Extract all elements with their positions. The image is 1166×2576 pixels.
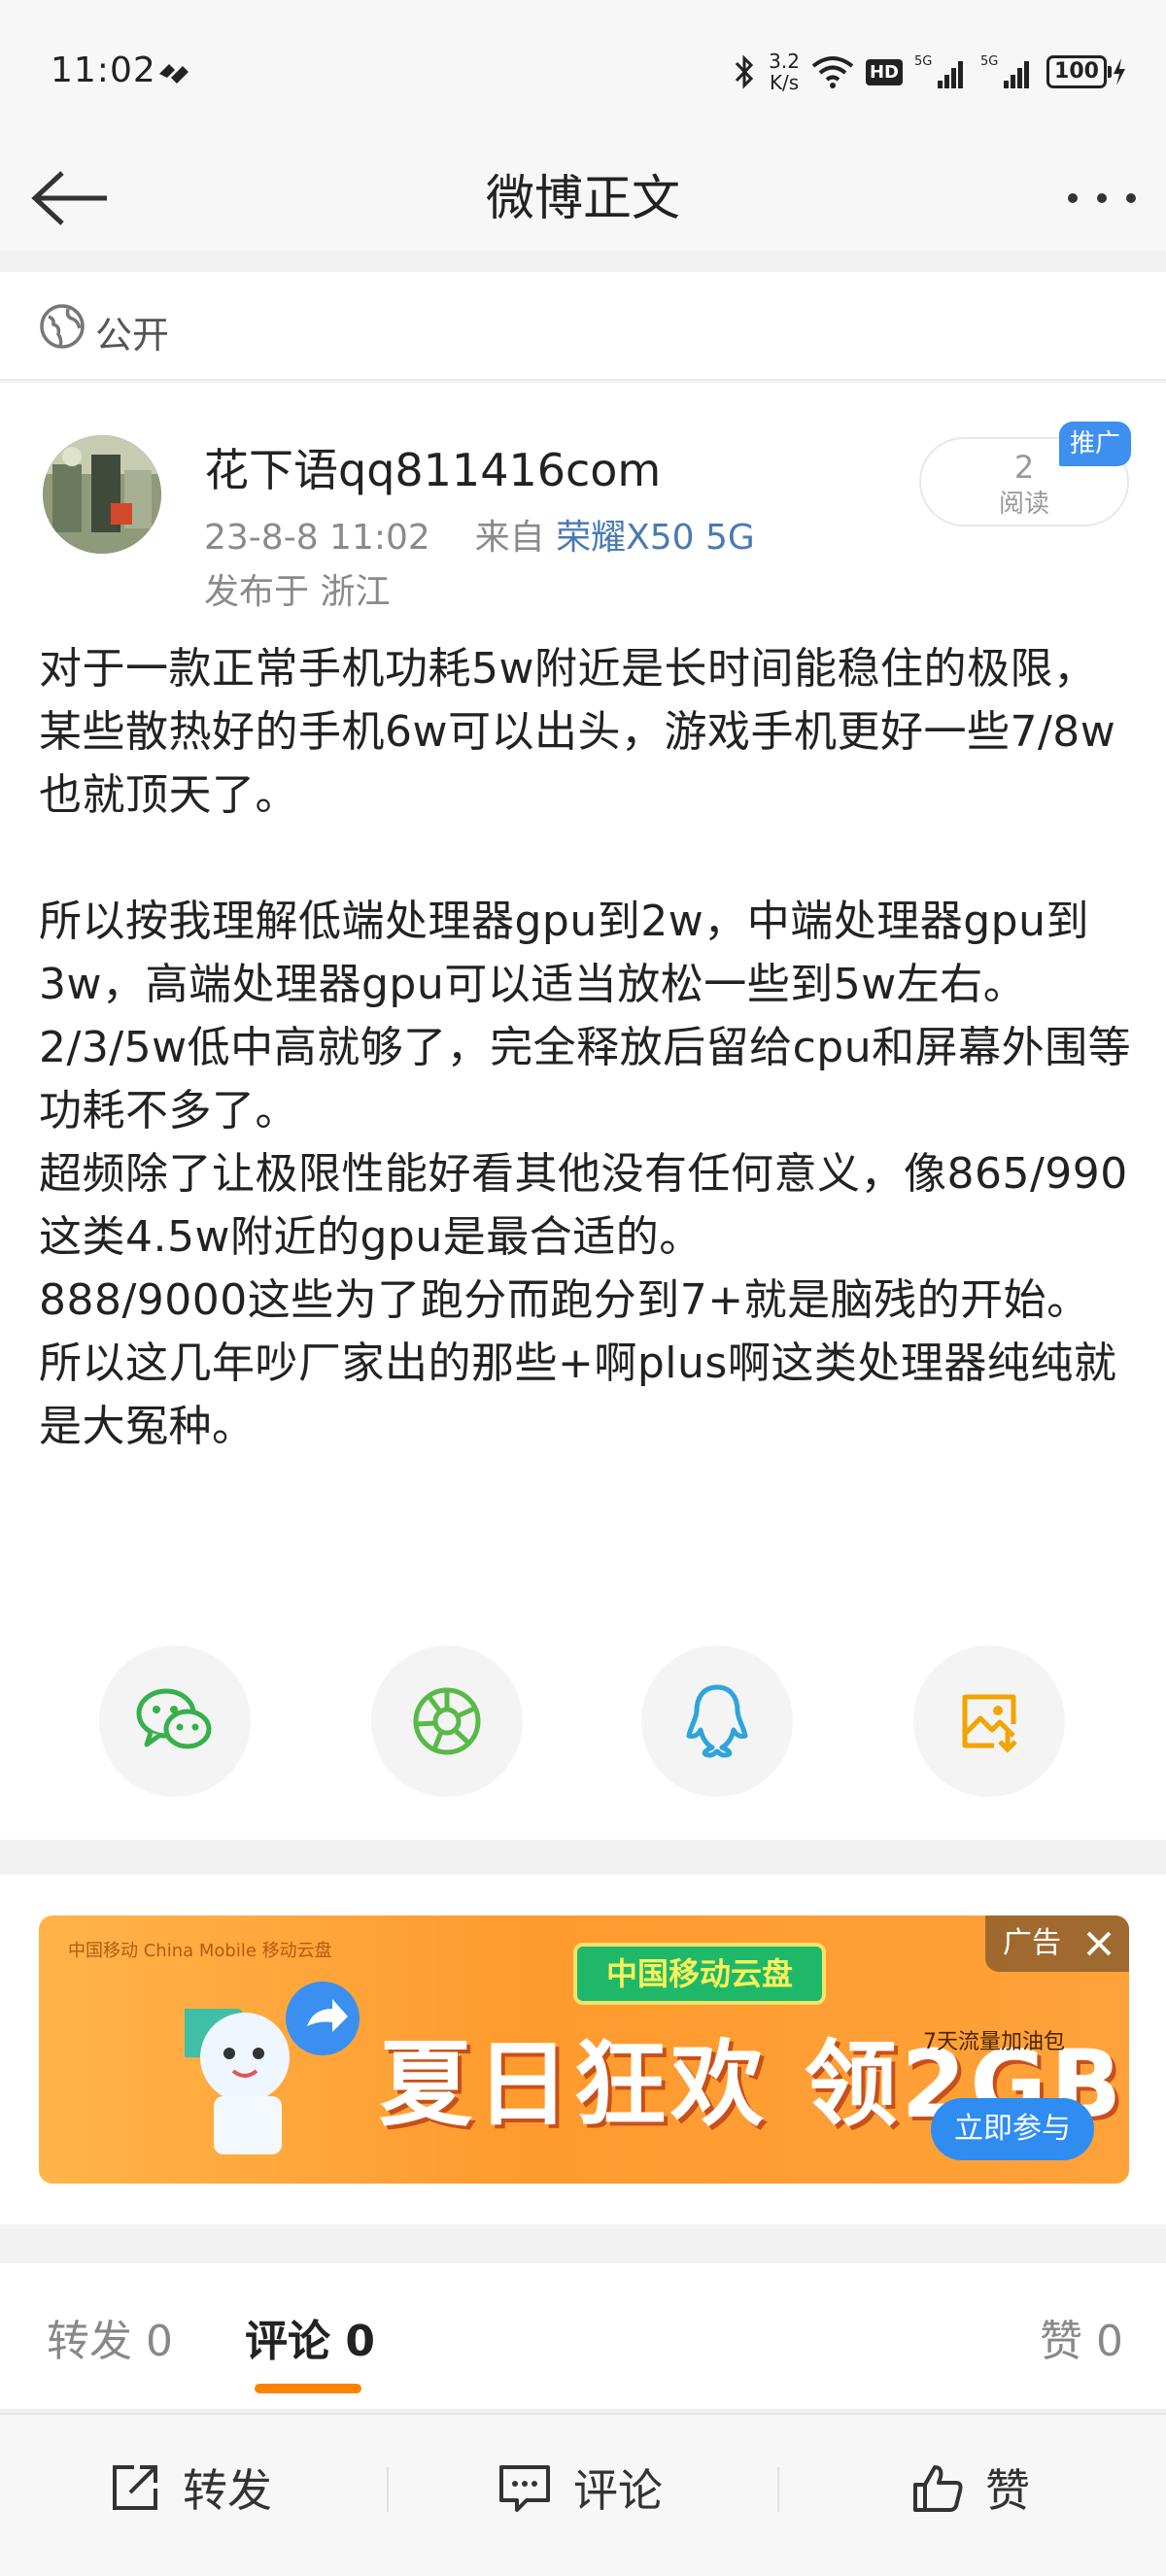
status-bar: 11:02 3.2 K/s HD 5G 5G 100 [0, 0, 1166, 146]
battery-level: 100 [1046, 55, 1107, 88]
notification-icon [159, 64, 189, 84]
signal-icon-1: 5G [914, 54, 963, 88]
like-button[interactable]: 赞 [911, 2415, 1030, 2560]
interaction-tabs: 转发 0 评论 0 赞 0 [0, 2263, 1166, 2411]
save-image-icon [962, 1694, 1017, 1753]
signal-icon-2: 5G [980, 54, 1029, 88]
post-location: 发布于 浙江 [204, 572, 391, 612]
repost-button[interactable]: 转发 [109, 2415, 272, 2560]
moments-icon [413, 1687, 481, 1755]
avatar[interactable] [43, 435, 161, 554]
tab-comment[interactable]: 评论 0 [245, 2306, 375, 2368]
visibility-bar: 公开 [0, 272, 1166, 381]
ad-brand-box: 中国移动云盘 [573, 1943, 826, 2005]
ad-subtitle: 7天流量加油包 [923, 2030, 1065, 2054]
visibility-label: 公开 [95, 314, 170, 356]
ad-cta-button[interactable]: 立即参与 [931, 2098, 1094, 2160]
bluetooth-icon [736, 54, 754, 89]
page-title: 微博正文 [486, 170, 680, 226]
ad-banner[interactable]: 中国移动 China Mobile 移动云盘 中国移动云盘 夏日狂欢 领2GB … [39, 1915, 1129, 2184]
thumbs-up-icon [913, 2465, 963, 2512]
svg-text:5G: 5G [914, 54, 932, 69]
post-time: 23-8-8 11:02 [204, 518, 430, 558]
nav-bar: 微博正文 [0, 146, 1166, 251]
share-qq-button[interactable] [641, 1645, 793, 1797]
qq-icon [686, 1684, 748, 1758]
promo-tag: 推广 [1059, 422, 1131, 466]
status-icons: 3.2 K/s HD 5G 5G 100 [732, 43, 1127, 101]
repost-label: 转发 [183, 2464, 272, 2517]
comment-button[interactable]: 评论 [497, 2415, 663, 2560]
wechat-icon [136, 1688, 212, 1749]
like-label: 赞 [985, 2464, 1030, 2517]
repost-icon [113, 2465, 157, 2510]
svg-text:5G: 5G [980, 54, 998, 69]
hd-badge: HD [865, 58, 903, 85]
share-row [0, 1645, 1166, 1801]
net-speed: 3.2 K/s [769, 51, 800, 93]
avatar-image [43, 435, 161, 554]
tab-like[interactable]: 赞 0 [1040, 2306, 1123, 2368]
author-name[interactable]: 花下语qq811416com [204, 435, 661, 499]
charging-icon [1114, 58, 1125, 85]
source-prefix: 来自 [474, 518, 545, 558]
read-label: 阅读 [998, 490, 1049, 519]
bottom-action-bar: 转发 评论 赞 [0, 2413, 1166, 2576]
post-body: 对于一款正常手机功耗5w附近是长时间能稳住的极限，某些散热好的手机6w可以出头，… [39, 644, 1132, 1451]
mascot-image [185, 1982, 360, 2154]
device-link[interactable]: 荣耀X50 5G [556, 518, 755, 558]
weibo-post: 花下语qq811416com 23-8-8 11:02 来自 荣耀X50 5G … [0, 383, 1166, 1840]
net-speed-unit: K/s [769, 71, 800, 94]
tab-repost[interactable]: 转发 0 [47, 2306, 173, 2368]
more-button[interactable] [1053, 146, 1150, 251]
net-speed-value: 3.2 [769, 50, 800, 73]
comment-icon [499, 2465, 550, 2512]
save-image-button[interactable] [913, 1645, 1065, 1797]
wifi-icon [811, 56, 854, 88]
divider [387, 2467, 389, 2512]
ad-corner-brand: 中国移动 China Mobile 移动云盘 [68, 1941, 332, 1961]
globe-icon [40, 304, 85, 349]
back-button[interactable] [25, 146, 113, 251]
divider [777, 2467, 779, 2512]
status-time: 11:02 [51, 51, 156, 90]
battery-indicator: 100 [1046, 55, 1127, 88]
more-dots-icon [1068, 193, 1136, 203]
post-meta: 23-8-8 11:02 来自 荣耀X50 5G [204, 509, 755, 559]
close-icon[interactable] [1080, 1925, 1117, 1962]
tab-indicator [255, 2384, 361, 2393]
ad-card: 中国移动 China Mobile 移动云盘 中国移动云盘 夏日狂欢 领2GB … [0, 1875, 1166, 2224]
back-arrow-icon [31, 171, 107, 225]
share-wechat-button[interactable] [99, 1645, 251, 1797]
comment-label: 评论 [573, 2464, 663, 2517]
share-moments-button[interactable] [371, 1645, 523, 1797]
